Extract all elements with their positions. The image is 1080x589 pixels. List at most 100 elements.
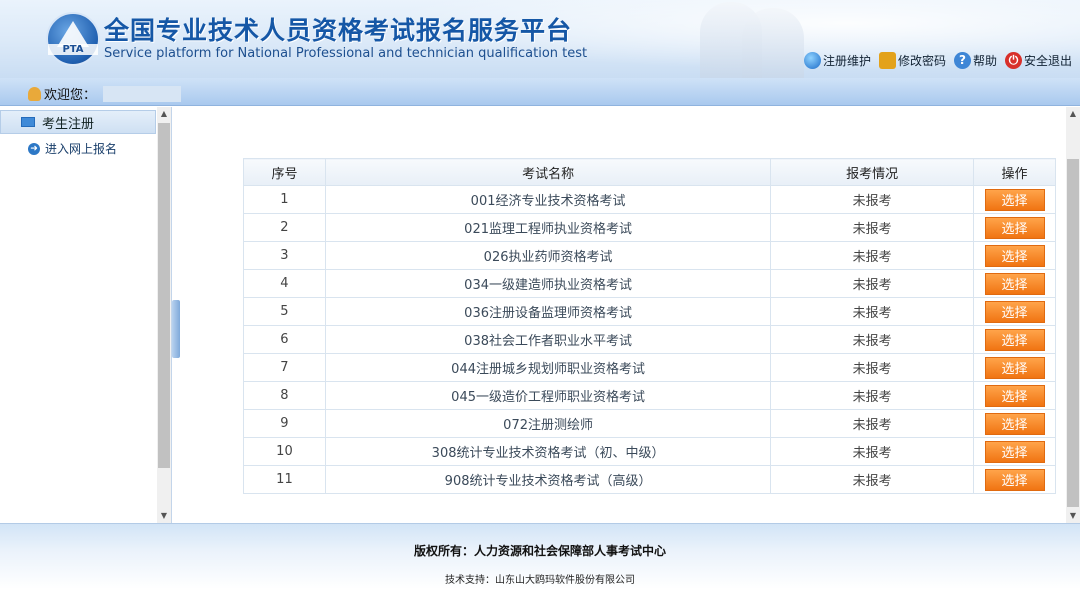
exam-name: 072注册测绘师: [324, 409, 772, 438]
select-button[interactable]: 选择: [984, 384, 1045, 407]
main-scrollbar[interactable]: ▲ ▼: [1066, 107, 1080, 523]
action-cell: 选择: [973, 213, 1056, 242]
scroll-up-icon[interactable]: ▲: [157, 107, 171, 121]
action-cell: 选择: [973, 409, 1056, 438]
select-button[interactable]: 选择: [984, 272, 1045, 295]
row-number: 8: [243, 381, 326, 410]
exam-table: 序号 考试名称 报考情况 操作 1 001经济专业技术资格考试 未报考 选择 2 021监…: [243, 158, 1056, 494]
sidebar: 考生注册 ➜ 进入网上报名 ▲ ▼: [0, 107, 172, 523]
register-maintain-label: 注册维护: [822, 54, 871, 68]
table-row: 8 045一级造价工程师职业资格考试 未报考 选择: [243, 381, 1056, 410]
row-number: 2: [243, 213, 326, 242]
select-button[interactable]: 选择: [984, 356, 1045, 379]
registration-status: 未报考: [770, 437, 974, 466]
select-button[interactable]: 选择: [984, 468, 1045, 491]
tech-support-text: 技术支持：山东山大鸥玛软件股份有限公司: [445, 575, 635, 586]
registration-status: 未报考: [770, 269, 974, 298]
exam-name: 026执业药师资格考试: [324, 241, 772, 270]
site-subtitle: Service platform for National Profession…: [104, 46, 588, 61]
logout-link[interactable]: ⏻ 安全退出: [1004, 52, 1072, 69]
sidebar-item-online-registration[interactable]: ➜ 进入网上报名: [28, 140, 117, 157]
action-cell: 选择: [973, 325, 1056, 354]
exam-name: 045一级造价工程师职业资格考试: [324, 381, 772, 410]
help-link[interactable]: ? 帮助: [953, 52, 997, 69]
row-number: 4: [243, 269, 326, 298]
scroll-thumb[interactable]: [158, 123, 170, 468]
registration-status: 未报考: [770, 325, 974, 354]
table-row: 4 034一级建造师执业资格考试 未报考 选择: [243, 269, 1056, 298]
register-maintain-link[interactable]: 注册维护: [803, 52, 871, 69]
select-button[interactable]: 选择: [984, 440, 1045, 463]
sidebar-scrollbar[interactable]: ▲ ▼: [157, 107, 171, 523]
logo-text: PTA: [48, 44, 98, 55]
scroll-up-icon[interactable]: ▲: [1066, 107, 1080, 121]
operator-figure: [742, 8, 804, 78]
table-row: 5 036注册设备监理师资格考试 未报考 选择: [243, 297, 1056, 326]
row-number: 5: [243, 297, 326, 326]
welcome-label: 欢迎您：: [44, 88, 97, 103]
action-cell: 选择: [973, 465, 1056, 494]
action-cell: 选择: [973, 185, 1056, 214]
row-number: 7: [243, 353, 326, 382]
header-no: 序号: [243, 158, 326, 186]
table-row: 1 001经济专业技术资格考试 未报考 选择: [243, 185, 1056, 214]
main-content: 序号 考试名称 报考情况 操作 1 001经济专业技术资格考试 未报考 选择 2 021监…: [182, 107, 1066, 523]
change-password-link[interactable]: 修改密码: [878, 52, 946, 69]
action-cell: 选择: [973, 241, 1056, 270]
power-icon: ⏻: [1004, 52, 1022, 69]
welcome-bar: 欢迎您：: [0, 78, 1080, 106]
pta-logo: PTA: [46, 12, 100, 66]
sidebar-section-title: 考生注册: [42, 116, 95, 132]
exam-name: 908统计专业技术资格考试（高级）: [324, 465, 772, 494]
registration-status: 未报考: [770, 381, 974, 410]
row-number: 10: [243, 437, 326, 466]
action-cell: 选择: [973, 437, 1056, 466]
sidebar-section-header[interactable]: 考生注册: [0, 110, 156, 134]
help-icon: ?: [953, 52, 971, 69]
registration-status: 未报考: [770, 185, 974, 214]
table-row: 11 908统计专业技术资格考试（高级） 未报考 选择: [243, 465, 1056, 494]
welcome-message: 欢迎您：: [28, 84, 182, 103]
select-button[interactable]: 选择: [984, 412, 1045, 435]
lock-icon: [878, 52, 896, 69]
table-row: 3 026执业药师资格考试 未报考 选择: [243, 241, 1056, 270]
scroll-down-icon[interactable]: ▼: [157, 509, 171, 523]
exam-name: 308统计专业技术资格考试（初、中级）: [324, 437, 772, 466]
select-button[interactable]: 选择: [984, 216, 1045, 239]
exam-name: 044注册城乡规划师职业资格考试: [324, 353, 772, 382]
logout-label: 安全退出: [1023, 54, 1072, 68]
exam-name: 001经济专业技术资格考试: [324, 185, 772, 214]
header-banner: PTA 全国专业技术人员资格考试报名服务平台 Service platform …: [0, 0, 1080, 78]
row-number: 11: [243, 465, 326, 494]
panel-splitter[interactable]: [172, 300, 180, 358]
action-cell: 选择: [973, 297, 1056, 326]
select-button[interactable]: 选择: [984, 244, 1045, 267]
table-row: 6 038社会工作者职业水平考试 未报考 选择: [243, 325, 1056, 354]
registration-status: 未报考: [770, 409, 974, 438]
action-cell: 选择: [973, 269, 1056, 298]
action-cell: 选择: [973, 353, 1056, 382]
user-icon: [28, 86, 41, 101]
row-number: 1: [243, 185, 326, 214]
exam-name: 021监理工程师执业资格考试: [324, 213, 772, 242]
help-label: 帮助: [972, 54, 997, 68]
arrow-right-icon: ➜: [28, 142, 40, 155]
footer: 版权所有：人力资源和社会保障部人事考试中心 技术支持：山东山大鸥玛软件股份有限公…: [0, 523, 1080, 589]
scroll-down-icon[interactable]: ▼: [1066, 509, 1080, 523]
select-button[interactable]: 选择: [984, 300, 1045, 323]
table-header-row: 序号 考试名称 报考情况 操作: [243, 158, 1056, 186]
sidebar-item-label: 进入网上报名: [45, 142, 118, 156]
scroll-thumb[interactable]: [1067, 159, 1079, 507]
registration-status: 未报考: [770, 353, 974, 382]
site-title: 全国专业技术人员资格考试报名服务平台: [104, 16, 573, 45]
select-button[interactable]: 选择: [984, 188, 1045, 211]
select-button[interactable]: 选择: [984, 328, 1045, 351]
registration-status: 未报考: [770, 465, 974, 494]
username-redacted: [103, 85, 182, 102]
header-exam-name: 考试名称: [324, 158, 772, 186]
row-number: 6: [243, 325, 326, 354]
envelope-icon: [21, 117, 35, 127]
exam-name: 034一级建造师执业资格考试: [324, 269, 772, 298]
table-row: 2 021监理工程师执业资格考试 未报考 选择: [243, 213, 1056, 242]
row-number: 9: [243, 409, 326, 438]
